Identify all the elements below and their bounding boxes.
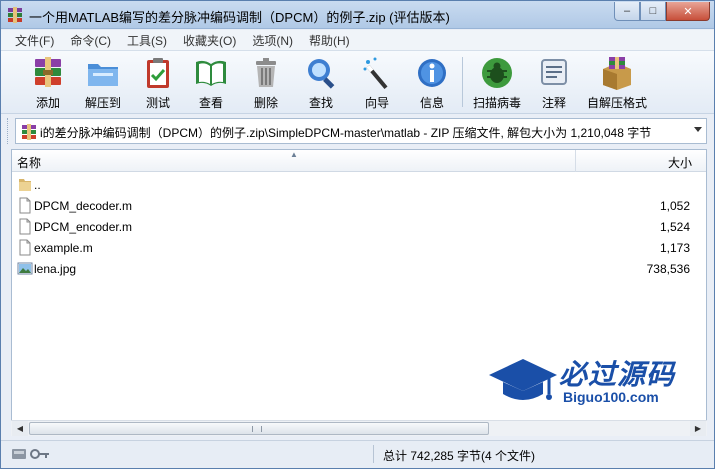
sfx-label: 自解压格式 — [586, 96, 647, 110]
list-item[interactable]: DPCM_encoder.m 1,524 — [12, 216, 706, 237]
sort-ascending-icon: ▲ — [290, 150, 298, 159]
wizard-label: 向导 — [364, 96, 389, 110]
list-item[interactable]: DPCM_decoder.m 1,052 — [12, 195, 706, 216]
file-icon — [19, 239, 31, 256]
file-size: 1,052 — [659, 199, 690, 213]
maximize-button[interactable]: □ — [640, 2, 666, 21]
test-label: 测试 — [145, 96, 170, 110]
watermark-subtitle: Biguo100.com — [563, 389, 659, 405]
minimize-button[interactable]: – — [614, 2, 640, 21]
scroll-grip — [252, 426, 262, 432]
comment-note-icon — [541, 59, 567, 85]
info-icon — [418, 59, 446, 87]
scroll-thumb[interactable] — [29, 422, 489, 435]
find-button[interactable]: 查找 — [301, 55, 341, 111]
magnifier-icon — [308, 59, 335, 89]
address-grip — [7, 118, 11, 144]
file-name: DPCM_decoder.m — [34, 199, 133, 213]
menu-options[interactable]: 选项(N) — [244, 32, 301, 49]
view-label: 查看 — [198, 96, 223, 110]
menu-file[interactable]: 文件(F) — [7, 32, 62, 49]
virus-scan-button[interactable]: 扫描病毒 — [471, 55, 523, 111]
menu-commands[interactable]: 命令(C) — [62, 32, 119, 49]
status-bar: 总计 742,285 字节(4 个文件) — [1, 440, 714, 468]
menu-tools[interactable]: 工具(S) — [119, 32, 175, 49]
column-size-header[interactable]: 大小 — [668, 154, 692, 171]
app-window: 一个用MATLAB编写的差分脉冲编码调制（DPCM）的例子.zip (评估版本)… — [0, 0, 715, 469]
test-button[interactable]: 测试 — [138, 55, 178, 111]
file-name: DPCM_encoder.m — [34, 220, 133, 234]
folder-extract-icon — [88, 64, 118, 86]
folder-up-icon — [19, 179, 31, 191]
winrar-app-icon[interactable] — [7, 7, 23, 23]
comment-label: 注释 — [541, 96, 566, 110]
file-size: 1,173 — [659, 241, 690, 255]
horizontal-scrollbar[interactable]: ◀ ▶ — [11, 420, 707, 436]
scroll-left-button[interactable]: ◀ — [12, 421, 28, 436]
extract-to-button[interactable]: 解压到 — [81, 55, 125, 111]
watermark-title: 必过源码 — [559, 359, 676, 390]
list-item[interactable]: .. — [12, 174, 706, 195]
list-item[interactable]: example.m 1,173 — [12, 237, 706, 258]
menu-help[interactable]: 帮助(H) — [301, 32, 358, 49]
close-button[interactable]: ✕ — [666, 2, 710, 21]
scroll-right-button[interactable]: ▶ — [690, 421, 706, 436]
status-separator — [373, 445, 374, 463]
view-button[interactable]: 查看 — [191, 55, 231, 111]
bug-scan-icon — [482, 58, 512, 88]
list-item[interactable]: lena.jpg 738,536 — [12, 258, 706, 279]
sfx-box-icon — [603, 57, 631, 90]
delete-label: 删除 — [253, 96, 278, 110]
comment-button[interactable]: 注释 — [534, 55, 574, 111]
info-label: 信息 — [419, 96, 444, 110]
virus-scan-label: 扫描病毒 — [472, 96, 521, 110]
add-button[interactable]: 添加 — [28, 55, 68, 111]
trash-icon — [256, 58, 276, 87]
delete-button[interactable]: 删除 — [246, 55, 286, 111]
drive-key-icon[interactable] — [11, 447, 51, 461]
menu-bar: 文件(F) 命令(C) 工具(S) 收藏夹(O) 选项(N) 帮助(H) — [1, 30, 714, 51]
extract-to-label: 解压到 — [84, 96, 121, 110]
address-dropdown-icon[interactable] — [694, 127, 702, 132]
file-icon — [19, 197, 31, 214]
info-button[interactable]: 信息 — [412, 55, 452, 111]
file-size: 1,524 — [659, 220, 690, 234]
toolbar: 添加 解压到 测试 查看 删除 查找 向导 信息 扫描病毒 注释 自解压格式 — [1, 51, 714, 114]
file-size: 738,536 — [646, 262, 690, 276]
title-bar[interactable]: 一个用MATLAB编写的差分脉冲编码调制（DPCM）的例子.zip (评估版本)… — [1, 1, 714, 29]
sfx-button[interactable]: 自解压格式 — [585, 55, 649, 111]
archive-add-icon — [35, 57, 61, 87]
file-name: .. — [34, 178, 41, 192]
book-view-icon — [196, 60, 226, 86]
column-name-header[interactable]: 名称 — [17, 154, 41, 171]
file-icon — [19, 218, 31, 235]
graduation-cap-icon — [489, 359, 557, 400]
wizard-button[interactable]: 向导 — [357, 55, 397, 111]
add-label: 添加 — [35, 96, 60, 110]
magic-wand-icon — [363, 57, 388, 90]
column-divider[interactable] — [575, 150, 576, 172]
status-summary: 总计 742,285 字节(4 个文件) — [383, 449, 536, 463]
file-name: example.m — [34, 241, 93, 255]
address-path: i的差分脉冲编码调制（DPCM）的例子.zip\SimpleDPCM-maste… — [40, 126, 652, 140]
watermark-logo: 必过源码 Biguo100.com — [487, 353, 697, 411]
menu-favorites[interactable]: 收藏夹(O) — [175, 32, 244, 49]
image-file-icon — [17, 262, 33, 275]
find-label: 查找 — [308, 96, 333, 110]
file-name: lena.jpg — [34, 262, 77, 276]
list-header: ▲ 名称 大小 — [12, 150, 706, 172]
window-title: 一个用MATLAB编写的差分脉冲编码调制（DPCM）的例子.zip (评估版本) — [29, 10, 450, 25]
address-bar[interactable]: i的差分脉冲编码调制（DPCM）的例子.zip\SimpleDPCM-maste… — [15, 118, 707, 144]
window-controls: – □ ✕ — [614, 2, 710, 22]
clipboard-check-icon — [147, 58, 169, 88]
toolbar-separator — [462, 57, 463, 107]
archive-icon — [22, 124, 36, 140]
